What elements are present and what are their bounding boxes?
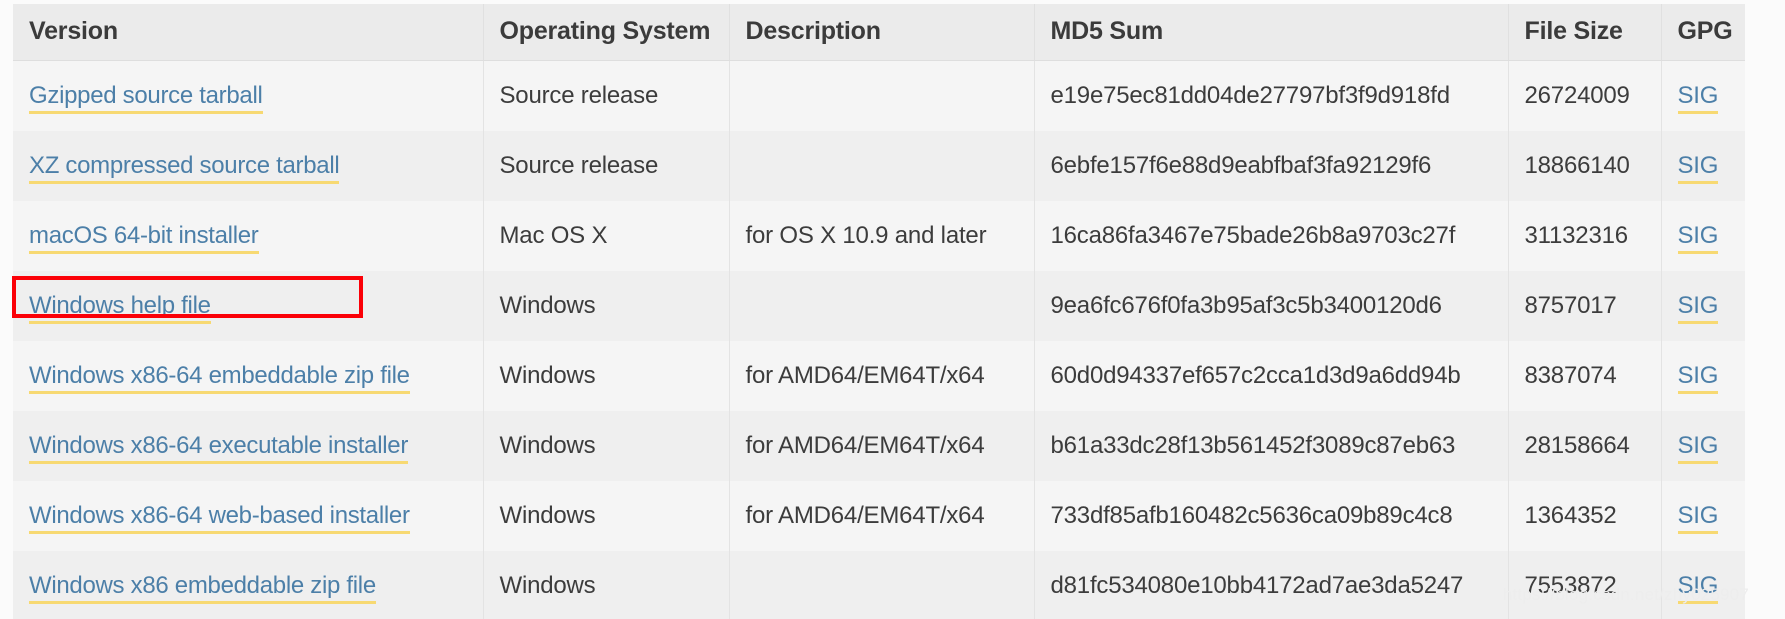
cell-version: Windows x86-64 web-based installer xyxy=(13,481,484,551)
cell-description: for OS X 10.9 and later xyxy=(729,201,1035,271)
cell-md5-sum: d81fc534080e10bb4172ad7ae3da5247 xyxy=(1034,551,1509,619)
download-link[interactable]: Windows x86-64 executable installer xyxy=(29,431,408,464)
cell-version: Windows x86-64 executable installer xyxy=(13,411,484,481)
cell-md5-sum: 16ca86fa3467e75bade26b8a9703c27f xyxy=(1034,201,1509,271)
gpg-sig-link[interactable]: SIG xyxy=(1677,361,1718,394)
gpg-sig-link[interactable]: SIG xyxy=(1677,81,1718,114)
cell-operating-system: Windows xyxy=(483,271,730,341)
downloads-page: Version Operating System Description MD5… xyxy=(0,0,1785,619)
table-header-row: Version Operating System Description MD5… xyxy=(13,4,1745,61)
cell-file-size: 18866140 xyxy=(1508,131,1662,201)
table-row: XZ compressed source tarball Source relea… xyxy=(13,131,1745,201)
cell-version: Windows x86 embeddable zip file xyxy=(13,551,484,619)
download-link[interactable]: XZ compressed source tarball xyxy=(29,151,340,184)
cell-version: Windows help file xyxy=(13,271,484,341)
cell-description xyxy=(729,60,1035,131)
cell-description: for AMD64/EM64T/x64 xyxy=(729,481,1035,551)
download-link[interactable]: Windows help file xyxy=(29,291,211,324)
cell-version: XZ compressed source tarball xyxy=(13,131,484,201)
column-header-md5: MD5 Sum xyxy=(1034,4,1509,61)
cell-file-size: 28158664 xyxy=(1508,411,1662,481)
cell-md5-sum: b61a33dc28f13b561452f3089c87eb63 xyxy=(1034,411,1509,481)
table-row: Windows x86-64 embeddable zip file Window… xyxy=(13,341,1745,411)
download-link[interactable]: Gzipped source tarball xyxy=(29,81,263,114)
table-row: macOS 64-bit installer Mac OS Xfor OS X 1… xyxy=(13,201,1745,271)
cell-md5-sum: 60d0d94337ef657c2cca1d3d9a6dd94b xyxy=(1034,341,1509,411)
cell-description: for AMD64/EM64T/x64 xyxy=(729,411,1035,481)
downloads-table: Version Operating System Description MD5… xyxy=(13,4,1745,619)
table-row: Windows help file Windows 9ea6fc676f0fa3b9… xyxy=(13,271,1745,341)
downloads-table-container: Version Operating System Description MD5… xyxy=(13,4,1745,619)
cell-operating-system: Windows xyxy=(483,341,730,411)
cell-version: macOS 64-bit installer xyxy=(13,201,484,271)
gpg-sig-link[interactable]: SIG xyxy=(1677,291,1718,324)
column-header-description: Description xyxy=(729,4,1035,61)
cell-description: for AMD64/EM64T/x64 xyxy=(729,341,1035,411)
cell-md5-sum: 733df85afb160482c5636ca09b89c4c8 xyxy=(1034,481,1509,551)
download-link[interactable]: Windows x86 embeddable zip file xyxy=(29,571,376,604)
cell-file-size: 31132316 xyxy=(1508,201,1662,271)
cell-operating-system: Windows xyxy=(483,411,730,481)
table-row: Windows x86-64 web-based installer Window… xyxy=(13,481,1745,551)
cell-file-size: 8387074 xyxy=(1508,341,1662,411)
cell-operating-system: Windows xyxy=(483,551,730,619)
cell-gpg: SIG xyxy=(1661,60,1745,131)
cell-md5-sum: e19e75ec81dd04de27797bf3f9d918fd xyxy=(1034,60,1509,131)
table-row: Gzipped source tarball Source release e19e… xyxy=(13,60,1745,131)
cell-description xyxy=(729,271,1035,341)
cell-description xyxy=(729,131,1035,201)
download-link[interactable]: macOS 64-bit installer xyxy=(29,221,259,254)
download-link[interactable]: Windows x86-64 embeddable zip file xyxy=(29,361,410,394)
download-link[interactable]: Windows x86-64 web-based installer xyxy=(29,501,410,534)
cell-file-size: 8757017 xyxy=(1508,271,1662,341)
cell-file-size: 26724009 xyxy=(1508,60,1662,131)
table-row: Windows x86 embeddable zip file Windows d8… xyxy=(13,551,1745,619)
table-row: Windows x86-64 executable installer Windo… xyxy=(13,411,1745,481)
cell-md5-sum: 9ea6fc676f0fa3b95af3c5b3400120d6 xyxy=(1034,271,1509,341)
watermark-text: https://blog.csdn.net/zhy025907 xyxy=(1502,585,1749,604)
cell-operating-system: Windows xyxy=(483,481,730,551)
gpg-sig-link[interactable]: SIG xyxy=(1677,151,1718,184)
cell-operating-system: Source release xyxy=(483,60,730,131)
column-header-size: File Size xyxy=(1508,4,1662,61)
cell-description xyxy=(729,551,1035,619)
gpg-sig-link[interactable]: SIG xyxy=(1677,431,1718,464)
column-header-version: Version xyxy=(13,4,484,61)
cell-gpg: SIG xyxy=(1661,131,1745,201)
column-header-os: Operating System xyxy=(483,4,730,61)
gpg-sig-link[interactable]: SIG xyxy=(1677,501,1718,534)
cell-gpg: SIG xyxy=(1661,201,1745,271)
table-header: Version Operating System Description MD5… xyxy=(13,4,1745,61)
cell-gpg: SIG xyxy=(1661,481,1745,551)
cell-gpg: SIG xyxy=(1661,341,1745,411)
cell-operating-system: Mac OS X xyxy=(483,201,730,271)
cell-version: Gzipped source tarball xyxy=(13,60,484,131)
cell-gpg: SIG xyxy=(1661,411,1745,481)
table-body: Gzipped source tarball Source release e19e… xyxy=(13,60,1745,619)
cell-version: Windows x86-64 embeddable zip file xyxy=(13,341,484,411)
cell-file-size: 1364352 xyxy=(1508,481,1662,551)
gpg-sig-link[interactable]: SIG xyxy=(1677,221,1718,254)
cell-gpg: SIG xyxy=(1661,271,1745,341)
cell-md5-sum: 6ebfe157f6e88d9eabfbaf3fa92129f6 xyxy=(1034,131,1509,201)
cell-operating-system: Source release xyxy=(483,131,730,201)
column-header-gpg: GPG xyxy=(1661,4,1745,61)
